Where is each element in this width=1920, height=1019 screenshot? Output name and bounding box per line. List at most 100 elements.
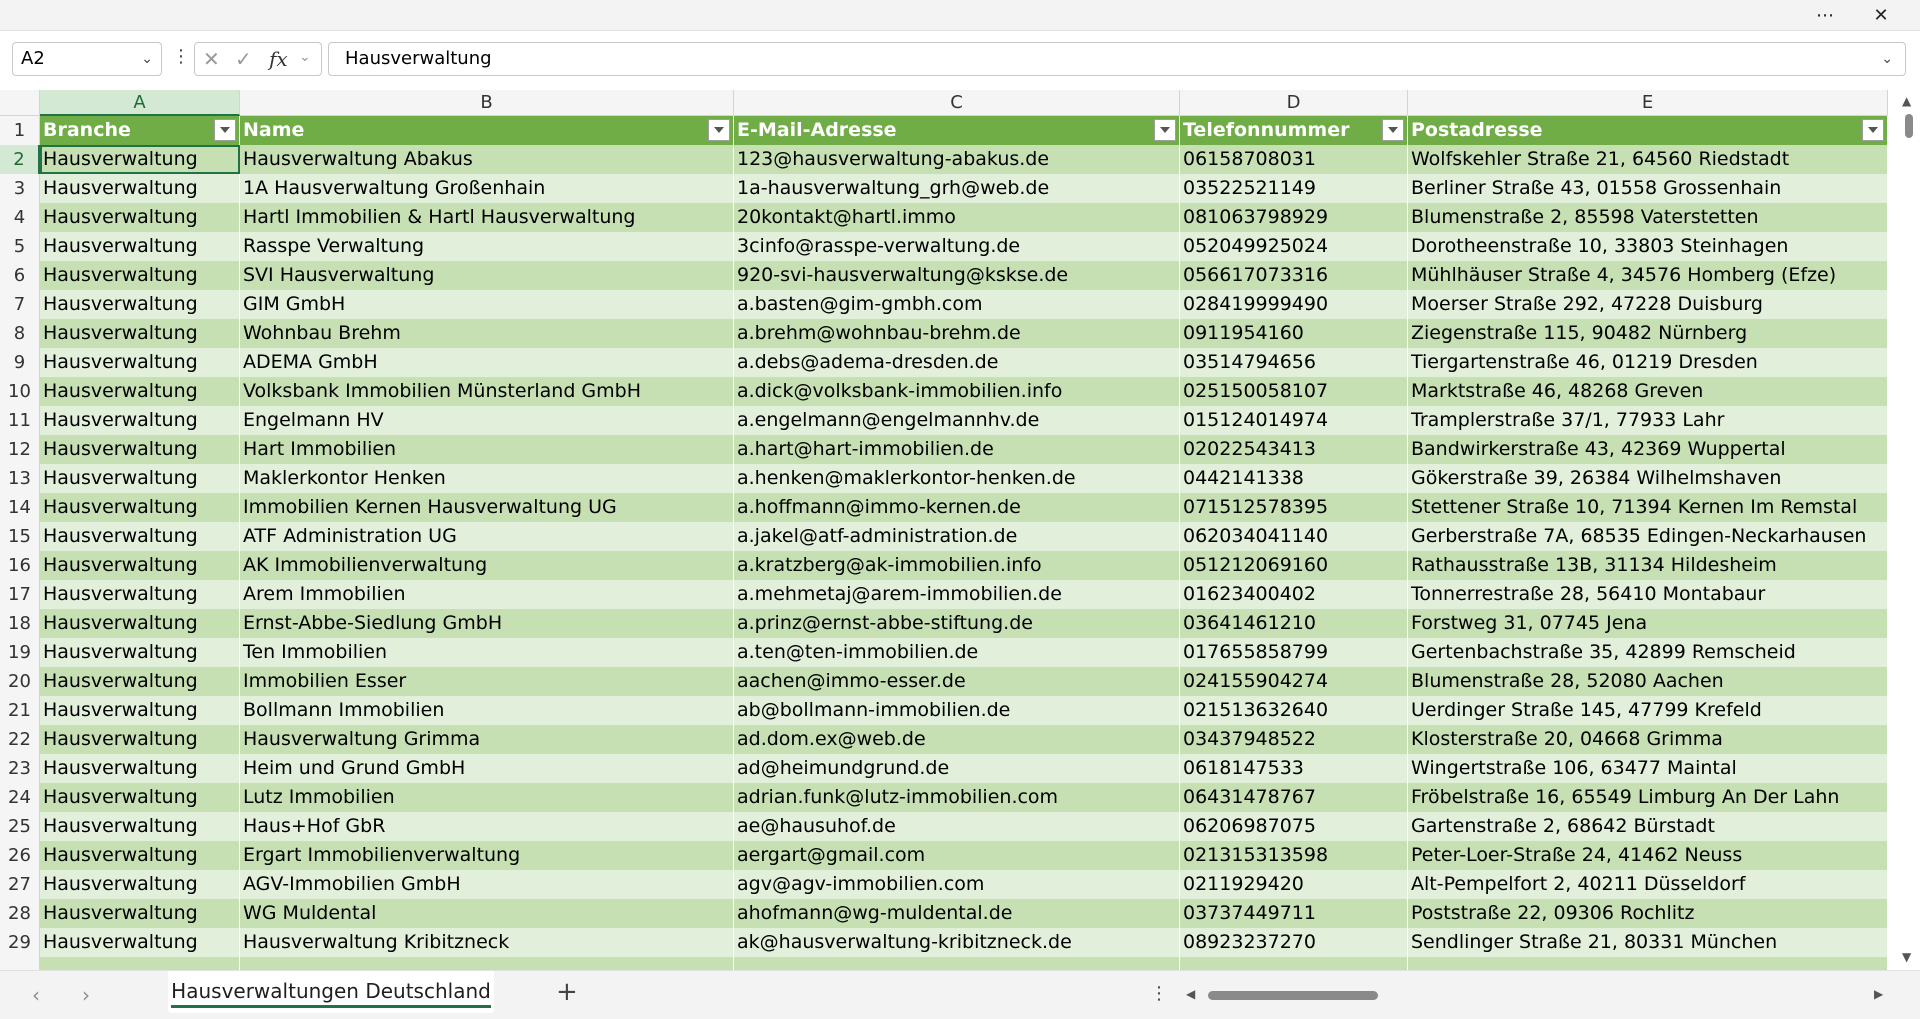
cell-d[interactable]: 0442141338 (1180, 464, 1408, 493)
ellipsis-icon[interactable]: ⋯ (1802, 0, 1848, 30)
cell-a[interactable]: Hausverwaltung (40, 522, 240, 551)
header-cell[interactable]: Branche (40, 116, 240, 145)
function-icon[interactable]: fx (269, 47, 288, 71)
cell-e[interactable]: Marktstraße 46, 48268 Greven (1408, 377, 1888, 406)
row-header[interactable]: 18 (0, 609, 40, 638)
cell-d[interactable]: 02022543413 (1180, 435, 1408, 464)
cell-e[interactable]: Alt-Pempelfort 2, 40211 Düsseldorf (1408, 870, 1888, 899)
cell-e[interactable]: Wingertstraße 106, 63477 Maintal (1408, 754, 1888, 783)
cell-c[interactable]: 920-svi-hausverwaltung@kskse.de (734, 261, 1180, 290)
cell-c[interactable]: a.hoffmann@immo-kernen.de (734, 493, 1180, 522)
row-header[interactable]: 14 (0, 493, 40, 522)
row-header[interactable]: 24 (0, 783, 40, 812)
cell-e[interactable]: Peter-Loer-Straße 24, 41462 Neuss (1408, 841, 1888, 870)
row-header[interactable]: 9 (0, 348, 40, 377)
cell-d[interactable]: 021315313598 (1180, 841, 1408, 870)
cell-c[interactable]: a.henken@maklerkontor-henken.de (734, 464, 1180, 493)
cell-a[interactable]: Hausverwaltung (40, 928, 240, 957)
cell-e[interactable]: Bandwirkerstraße 43, 42369 Wuppertal (1408, 435, 1888, 464)
cell-d[interactable]: 03522521149 (1180, 174, 1408, 203)
cell-d[interactable]: 0618147533 (1180, 754, 1408, 783)
cell-e[interactable]: Tonnerrestraße 28, 56410 Montabaur (1408, 580, 1888, 609)
header-cell[interactable]: E-Mail-Adresse (734, 116, 1180, 145)
cell-c[interactable]: a.engelmann@engelmannhv.de (734, 406, 1180, 435)
scrollbar-thumb[interactable] (1905, 114, 1913, 138)
cell-a[interactable]: Hausverwaltung (40, 870, 240, 899)
cell-e[interactable]: Tiergartenstraße 46, 01219 Dresden (1408, 348, 1888, 377)
cell-b[interactable]: Hart Immobilien (240, 435, 734, 464)
row-header[interactable]: 26 (0, 841, 40, 870)
formula-input[interactable]: Hausverwaltung ⌄ (328, 42, 1906, 76)
cell-a[interactable]: Hausverwaltung (40, 232, 240, 261)
header-cell[interactable]: Telefonnummer (1180, 116, 1408, 145)
cell-c[interactable]: a.basten@gim-gmbh.com (734, 290, 1180, 319)
cell-c[interactable]: ad@heimundgrund.de (734, 754, 1180, 783)
cell-c[interactable]: a.jakel@atf-administration.de (734, 522, 1180, 551)
cell-e[interactable]: Gökerstraße 39, 26384 Wilhelmshaven (1408, 464, 1888, 493)
add-sheet-icon[interactable]: + (556, 977, 578, 1007)
scroll-down-icon[interactable]: ▼ (1902, 950, 1911, 964)
scroll-up-icon[interactable]: ▲ (1902, 94, 1911, 108)
cell-c[interactable]: aergart@gmail.com (734, 841, 1180, 870)
cell-d[interactable]: 081063798929 (1180, 203, 1408, 232)
cell-c[interactable]: a.mehmetaj@arem-immobilien.de (734, 580, 1180, 609)
cell-d[interactable]: 03437948522 (1180, 725, 1408, 754)
cell-d[interactable]: 056617073316 (1180, 261, 1408, 290)
cell-d[interactable]: 01623400402 (1180, 580, 1408, 609)
row-header[interactable]: 6 (0, 261, 40, 290)
cell-b[interactable]: Immobilien Kernen Hausverwaltung UG (240, 493, 734, 522)
cell-b[interactable]: Volksbank Immobilien Münsterland GmbH (240, 377, 734, 406)
cell-c[interactable]: a.brehm@wohnbau-brehm.de (734, 319, 1180, 348)
filter-dropdown-icon[interactable] (1154, 119, 1176, 141)
cell-c[interactable]: a.kratzberg@ak-immobilien.info (734, 551, 1180, 580)
cell-a[interactable]: Hausverwaltung (40, 174, 240, 203)
filter-dropdown-icon[interactable] (1862, 119, 1884, 141)
cell-a[interactable]: Hausverwaltung (40, 203, 240, 232)
row-header[interactable]: 20 (0, 667, 40, 696)
row-header[interactable]: 17 (0, 580, 40, 609)
cell-d[interactable]: 03737449711 (1180, 899, 1408, 928)
row-header[interactable]: 15 (0, 522, 40, 551)
cell-b[interactable]: Wohnbau Brehm (240, 319, 734, 348)
cell-c[interactable]: adrian.funk@lutz-immobilien.com (734, 783, 1180, 812)
cell-b[interactable]: GIM GmbH (240, 290, 734, 319)
row-header[interactable] (0, 957, 40, 970)
cell-a[interactable]: Hausverwaltung (40, 145, 240, 174)
row-header[interactable]: 16 (0, 551, 40, 580)
cell-b[interactable]: ADEMA GmbH (240, 348, 734, 377)
cell-d[interactable]: 08923237270 (1180, 928, 1408, 957)
column-header-b[interactable]: B (240, 90, 734, 116)
cell-b[interactable]: Ten Immobilien (240, 638, 734, 667)
row-header[interactable]: 22 (0, 725, 40, 754)
cell-b[interactable]: Immobilien Esser (240, 667, 734, 696)
cell-e[interactable]: Moerser Straße 292, 47228 Duisburg (1408, 290, 1888, 319)
cell-c[interactable]: ak@hausverwaltung-kribitzneck.de (734, 928, 1180, 957)
row-header[interactable]: 1 (0, 116, 40, 145)
cell-c[interactable]: agv@agv-immobilien.com (734, 870, 1180, 899)
chevron-down-icon[interactable]: ⌄ (141, 43, 153, 75)
cell-d[interactable]: 0911954160 (1180, 319, 1408, 348)
filter-dropdown-icon[interactable] (1382, 119, 1404, 141)
cell-e[interactable]: Mühlhäuser Straße 4, 34576 Homberg (Efze… (1408, 261, 1888, 290)
filter-dropdown-icon[interactable] (708, 119, 730, 141)
cell-b[interactable]: AK Immobilienverwaltung (240, 551, 734, 580)
cell-c[interactable]: 1a-hausverwaltung_grh@web.de (734, 174, 1180, 203)
scroll-right-icon[interactable]: ▶ (1874, 987, 1883, 1001)
cell-c[interactable]: 3cinfo@rasspe-verwaltung.de (734, 232, 1180, 261)
row-header[interactable]: 2 (0, 145, 40, 174)
cell-b[interactable]: Ergart Immobilienverwaltung (240, 841, 734, 870)
cell-e[interactable]: Berliner Straße 43, 01558 Grossenhain (1408, 174, 1888, 203)
row-header[interactable]: 27 (0, 870, 40, 899)
cell-b[interactable]: Hausverwaltung Kribitzneck (240, 928, 734, 957)
cell-d[interactable]: 025150058107 (1180, 377, 1408, 406)
header-cell[interactable]: Name (240, 116, 734, 145)
cell-b[interactable]: Arem Immobilien (240, 580, 734, 609)
column-header-d[interactable]: D (1180, 90, 1408, 116)
cell-c[interactable]: aachen@immo-esser.de (734, 667, 1180, 696)
cell-a[interactable]: Hausverwaltung (40, 493, 240, 522)
cell-a[interactable]: Hausverwaltung (40, 841, 240, 870)
cell-e[interactable]: Dorotheenstraße 10, 33803 Steinhagen (1408, 232, 1888, 261)
name-box[interactable]: A2 ⌄ (12, 42, 162, 76)
column-header-e[interactable]: E (1408, 90, 1888, 116)
horizontal-scrollbar[interactable]: ◀ ▶ (1186, 985, 1886, 1005)
